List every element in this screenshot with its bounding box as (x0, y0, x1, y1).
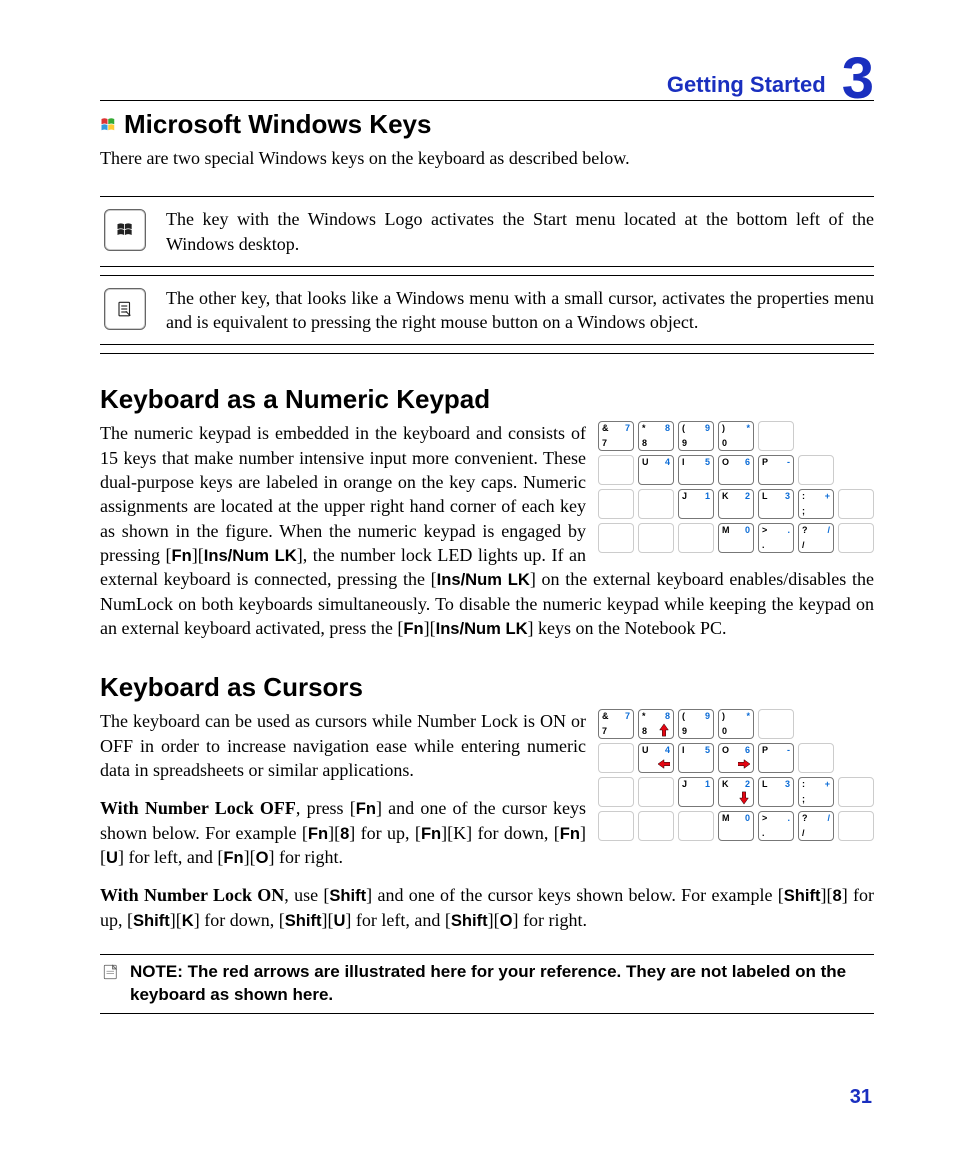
windows-keys-intro: There are two special Windows keys on th… (100, 146, 874, 170)
keypad-key: O6 (718, 743, 754, 773)
keypad-key: )*0 (718, 709, 754, 739)
windows-logo-key-icon (104, 209, 146, 251)
keypad-key: M0 (718, 523, 754, 553)
key-blank (838, 777, 874, 807)
note-text: NOTE: The red arrows are illustrated her… (130, 961, 874, 1007)
keypad-key: J1 (678, 777, 714, 807)
keypad-key: &77 (598, 709, 634, 739)
keypad-key: L3 (758, 777, 794, 807)
keypad-key: P- (758, 455, 794, 485)
key-blank (598, 523, 634, 553)
keypad-key: (99 (678, 421, 714, 451)
keypad-key: *88 (638, 421, 674, 451)
cursor-keypad-figure: &77*88(99)*0 U4I5O6P- J1K2L3:+; M0>..?// (598, 709, 874, 845)
key-blank (598, 455, 634, 485)
heading-windows-keys: Microsoft Windows Keys (100, 109, 874, 140)
key-blank (598, 811, 634, 841)
heading-text: Keyboard as a Numeric Keypad (100, 384, 490, 415)
keypad-key: M0 (718, 811, 754, 841)
key-blank (798, 455, 834, 485)
keypad-key: >.. (758, 811, 794, 841)
keypad-key: K2 (718, 777, 754, 807)
note-callout: NOTE: The red arrows are illustrated her… (100, 954, 874, 1014)
page-header: Getting Started 3 (100, 50, 874, 101)
menu-key-desc: The other key, that looks like a Windows… (166, 286, 874, 335)
heading-text: Microsoft Windows Keys (124, 109, 431, 140)
keypad-key: U4 (638, 743, 674, 773)
keypad-key: :+; (798, 489, 834, 519)
key-blank (598, 743, 634, 773)
key-blank (678, 811, 714, 841)
keypad-key: )*0 (718, 421, 754, 451)
key-blank (638, 523, 674, 553)
key-blank (798, 743, 834, 773)
key-blank (838, 523, 874, 553)
key-blank (838, 811, 874, 841)
windows-flag-icon (100, 116, 118, 134)
chapter-number: 3 (842, 56, 874, 102)
keypad-key: U4 (638, 455, 674, 485)
key-blank (598, 777, 634, 807)
keypad-key: ?// (798, 811, 834, 841)
section-title: Getting Started (667, 72, 826, 98)
keypad-key: I5 (678, 743, 714, 773)
keypad-key: >.. (758, 523, 794, 553)
keypad-key: J1 (678, 489, 714, 519)
key-blank (638, 777, 674, 807)
windows-logo-key-desc: The key with the Windows Logo activates … (166, 207, 874, 256)
numeric-keypad-figure: &77*88(99)*0 U4I5O6P- J1K2L3:+; M0>..?// (598, 421, 874, 557)
key-blank (678, 523, 714, 553)
key-blank (638, 811, 674, 841)
keypad-key: P- (758, 743, 794, 773)
keypad-key: &77 (598, 421, 634, 451)
keypad-key: ?// (798, 523, 834, 553)
menu-key-icon (104, 288, 146, 330)
keypad-key: (99 (678, 709, 714, 739)
page-number: 31 (850, 1086, 872, 1109)
key-blank (598, 489, 634, 519)
keypad-key: L3 (758, 489, 794, 519)
note-icon (102, 963, 120, 981)
key-blank (838, 489, 874, 519)
keypad-key: O6 (718, 455, 754, 485)
heading-numeric-keypad: Keyboard as a Numeric Keypad (100, 384, 874, 415)
heading-cursors: Keyboard as Cursors (100, 672, 874, 703)
key-blank (758, 421, 794, 451)
key-blank (638, 489, 674, 519)
keypad-key: :+; (798, 777, 834, 807)
cursors-numlock-on: With Number Lock ON, use [Shift] and one… (100, 883, 874, 932)
menu-key-row: The other key, that looks like a Windows… (100, 275, 874, 346)
keypad-key: *88 (638, 709, 674, 739)
keypad-key: I5 (678, 455, 714, 485)
keypad-key: K2 (718, 489, 754, 519)
key-blank (758, 709, 794, 739)
windows-logo-key-row: The key with the Windows Logo activates … (100, 196, 874, 267)
heading-text: Keyboard as Cursors (100, 672, 363, 703)
